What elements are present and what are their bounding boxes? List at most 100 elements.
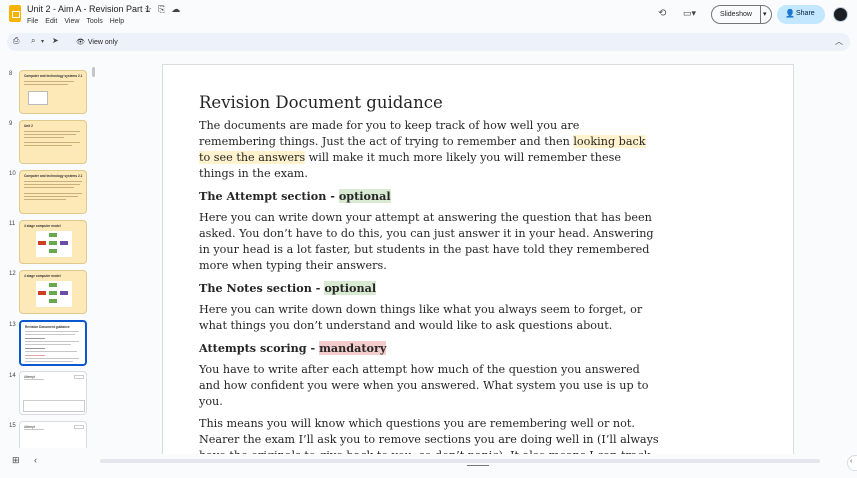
thumbnail-line (24, 131, 80, 132)
meet-camera-icon[interactable]: ▭▾ (683, 8, 696, 19)
slide-filmstrip: 8 Computer and technology systems 2.1 9 … (0, 56, 95, 448)
slide-number: 13 (9, 322, 16, 328)
slide-thumbnail-8[interactable]: Computer and technology systems 2.1 (19, 70, 87, 114)
menu-tools[interactable]: Tools (86, 18, 102, 25)
menu-edit[interactable]: Edit (45, 18, 57, 25)
slideshow-button[interactable]: Slideshow ▾ (711, 5, 772, 24)
paragraph-tracking: This means you will know which questions… (199, 417, 659, 454)
thumbnail-line (25, 351, 77, 352)
menu-bar: File Edit View Tools Help (27, 18, 124, 25)
slide-thumbnail-13[interactable]: Revision Document guidance (19, 320, 87, 366)
slide-body: Revision Document guidance The documents… (199, 93, 659, 454)
slide-number: 10 (9, 171, 16, 177)
thumbnail-title: Unit 2 (24, 124, 33, 128)
heading-scoring-text: Attempts scoring - (199, 341, 320, 355)
diagram-box (49, 241, 57, 245)
slide: Revision Document guidance The documents… (162, 64, 794, 454)
slide-thumbnail-11[interactable]: 4 stage computer model (19, 220, 87, 264)
share-button[interactable]: 👤 Share (777, 5, 825, 24)
slide-canvas: Revision Document guidance The documents… (99, 56, 850, 454)
diagram-box (60, 291, 68, 295)
select-icon[interactable]: ➤ (52, 36, 59, 45)
intro-text: The documents are made for you to keep t… (199, 119, 580, 148)
thumbnail-line (24, 137, 64, 138)
thumbnail-line (25, 338, 45, 339)
thumbnail-line (24, 196, 78, 197)
optional-tag: optional (324, 281, 377, 295)
heading-scoring: Attempts scoring - mandatory (199, 340, 659, 356)
chevron-left-icon: ‹ (850, 458, 853, 465)
heading-attempt: The Attempt section - optional (199, 188, 659, 204)
grid-view-icon[interactable]: ⊞ (12, 455, 20, 466)
thumbnail-box (74, 425, 84, 429)
thumbnail-line (24, 184, 80, 185)
heading-attempt-text: The Attempt section - (199, 189, 339, 203)
thumbnail-line (24, 145, 72, 146)
thumbnail-line (24, 84, 68, 85)
star-icon[interactable]: ☆ (144, 4, 152, 15)
slide-number: 15 (9, 423, 16, 429)
thumbnail-line (25, 355, 45, 356)
version-history-icon[interactable]: ⟲ (658, 8, 666, 19)
thumbnail-line (25, 348, 45, 349)
diagram-box (49, 249, 57, 253)
paragraph-intro: The documents are made for you to keep t… (199, 118, 659, 182)
thumbnail-line (24, 379, 44, 380)
horizontal-scrollbar[interactable] (100, 459, 820, 463)
diagram-box (60, 241, 68, 245)
title-icons: ☆ ⎘ ☁ (144, 4, 180, 15)
filmstrip-scrollbar[interactable] (92, 67, 95, 77)
paragraph-notes: Here you can write down down things like… (199, 303, 643, 332)
diagram-box (38, 291, 46, 295)
thumbnail-table (23, 400, 85, 412)
chevron-down-icon[interactable]: ▾ (763, 10, 767, 18)
paragraph-attempt: Here you can write down your attempt at … (199, 211, 654, 272)
heading-notes: The Notes section - optional (199, 280, 659, 296)
side-panel-toggle[interactable]: ‹ (847, 455, 857, 471)
thumbnail-line (24, 429, 44, 430)
thumbnail-title: 4 stage computer model (24, 224, 61, 228)
mandatory-tag: mandatory (319, 341, 387, 355)
slides-logo-icon[interactable] (9, 5, 21, 22)
slide-thumbnail-9[interactable]: Unit 2 (19, 120, 87, 164)
menu-file[interactable]: File (27, 18, 38, 25)
diagram-box (49, 299, 57, 303)
avatar[interactable] (833, 7, 848, 22)
move-icon[interactable]: ⎘ (158, 4, 165, 15)
slide-thumbnail-12[interactable]: 4 stage computer model (19, 270, 87, 314)
collapse-toolbar-icon[interactable]: ︿ (835, 36, 843, 47)
print-icon[interactable]: ⎙ (13, 36, 19, 46)
diagram-box (49, 233, 57, 237)
thumbnail-line (25, 344, 71, 345)
cloud-status-icon[interactable]: ☁ (171, 4, 180, 15)
menu-help[interactable]: Help (110, 18, 124, 25)
slide-number: 11 (9, 221, 16, 227)
speaker-notes-handle[interactable] (467, 465, 489, 466)
slide-number: 14 (9, 373, 16, 379)
slide-thumbnail-14[interactable]: Attempt (19, 371, 87, 415)
collapse-filmstrip-icon[interactable]: ‹ (34, 455, 37, 465)
eye-icon: 👁 (76, 39, 85, 46)
person-icon: 👤 (785, 9, 795, 18)
thumbnail-diagram (28, 91, 48, 105)
share-label: Share (796, 10, 815, 17)
thumbnail-title: Computer and technology systems 2.1 (24, 74, 83, 78)
diagram-box (49, 283, 57, 287)
zoom-dropdown-icon[interactable]: ▾ (41, 38, 44, 45)
slide-number: 12 (9, 271, 16, 277)
thumbnail-line (25, 341, 79, 342)
document-title[interactable]: Unit 2 - Aim A - Revision Part 1 (27, 4, 150, 14)
zoom-icon[interactable]: ⌕ (31, 36, 35, 46)
thumbnail-line (24, 181, 82, 182)
slide-thumbnail-10[interactable]: Computer and technology systems 2.1 (19, 170, 87, 214)
slide-thumbnail-15[interactable]: Attempt (19, 421, 87, 448)
diagram-box (49, 291, 57, 295)
thumbnail-title: Revision Document guidance (25, 325, 70, 329)
menu-view[interactable]: View (64, 18, 79, 25)
diagram-box (38, 241, 46, 245)
thumbnail-line (24, 187, 74, 188)
thumbnail-box (74, 375, 84, 379)
view-only-button[interactable]: 👁 View only (71, 35, 123, 49)
thumbnail-line (24, 199, 66, 200)
thumbnail-line (25, 331, 79, 332)
